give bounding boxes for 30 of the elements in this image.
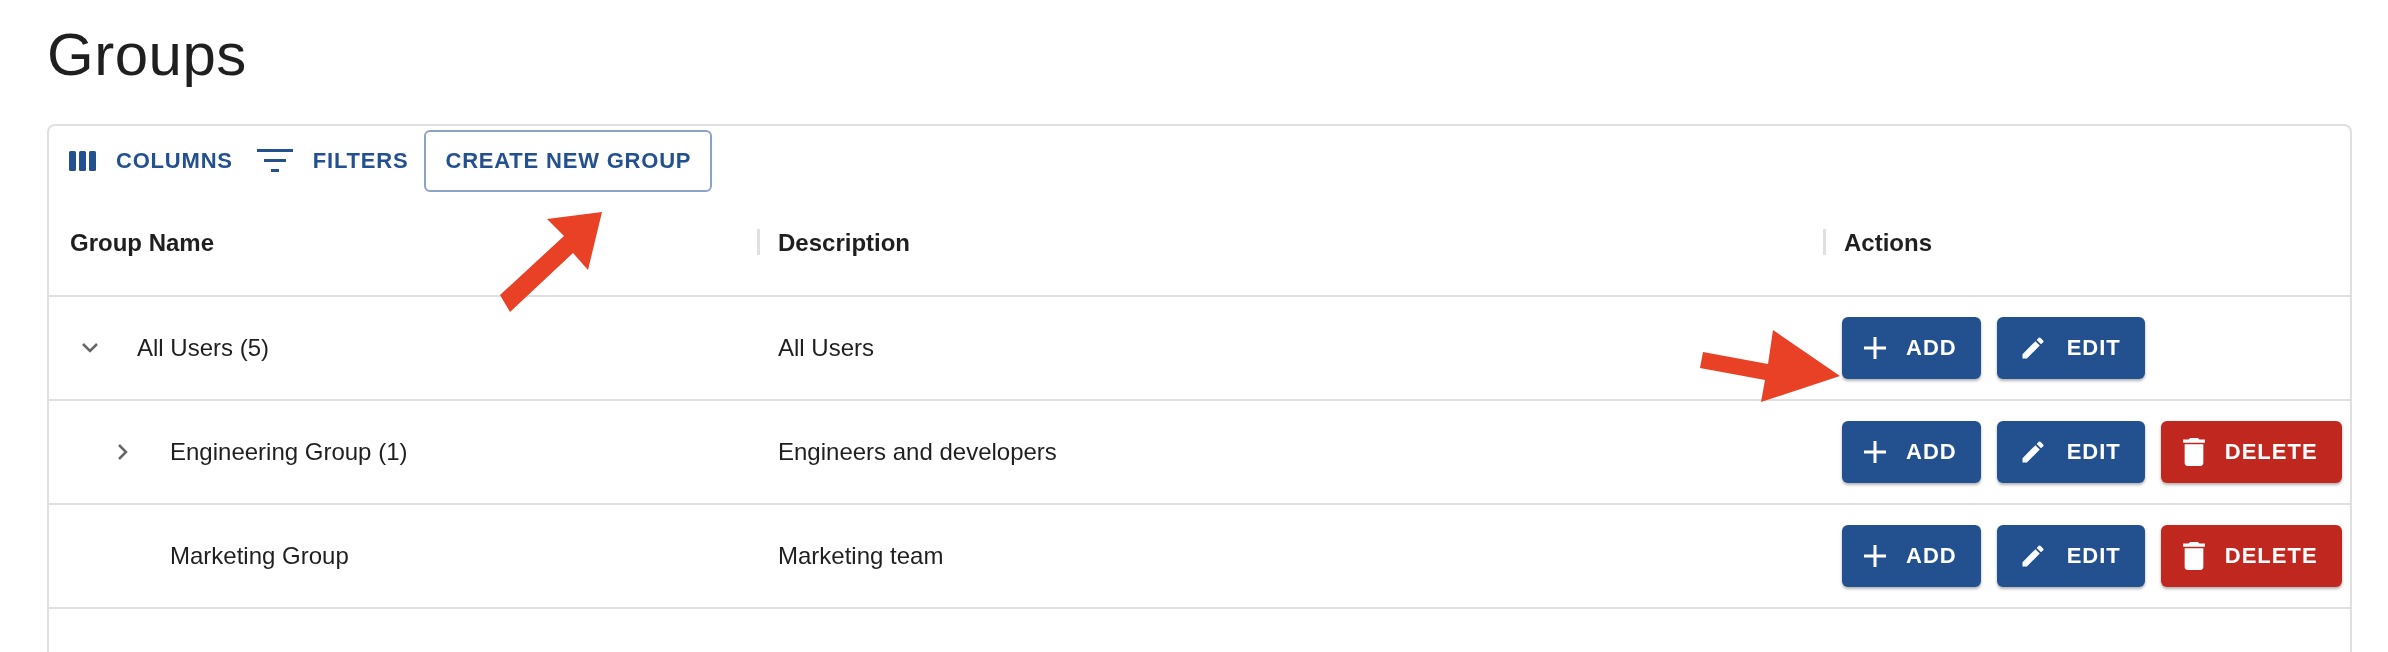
edit-button[interactable]: EDIT (1996, 317, 2145, 379)
column-header: Group Name (70, 229, 215, 257)
group-description: Engineers and developers (778, 438, 1057, 466)
plus-icon (1864, 441, 1886, 463)
group-description: Marketing team (778, 542, 944, 570)
columns-icon (69, 151, 96, 171)
add-button[interactable]: ADD (1842, 317, 1981, 379)
column-header: Actions (1844, 229, 1932, 257)
chevron-right-icon[interactable] (117, 443, 129, 461)
page-title: Groups (47, 20, 248, 90)
trash-icon (2182, 438, 2205, 466)
group-name: All Users (5) (137, 334, 269, 362)
columns-button[interactable]: COLUMNS (61, 140, 241, 182)
filters-button[interactable]: FILTERS (248, 140, 417, 182)
add-button[interactable]: ADD (1842, 421, 1981, 483)
group-name: Marketing Group (170, 542, 349, 570)
delete-button[interactable]: DELETE (2160, 525, 2342, 587)
edit-button[interactable]: EDIT (1996, 525, 2145, 587)
group-description: All Users (778, 334, 874, 362)
group-name: Engineering Group (1) (170, 438, 408, 466)
plus-icon (1864, 545, 1886, 567)
filter-icon (256, 149, 293, 173)
delete-button[interactable]: DELETE (2160, 421, 2342, 483)
column-header: Description (778, 229, 911, 257)
create-group-button[interactable]: CREATE NEW GROUP (424, 130, 713, 192)
trash-icon (2182, 542, 2205, 570)
plus-icon (1864, 337, 1886, 359)
add-button[interactable]: ADD (1842, 525, 1981, 587)
chevron-down-icon[interactable] (81, 342, 99, 354)
edit-button[interactable]: EDIT (1996, 421, 2145, 483)
